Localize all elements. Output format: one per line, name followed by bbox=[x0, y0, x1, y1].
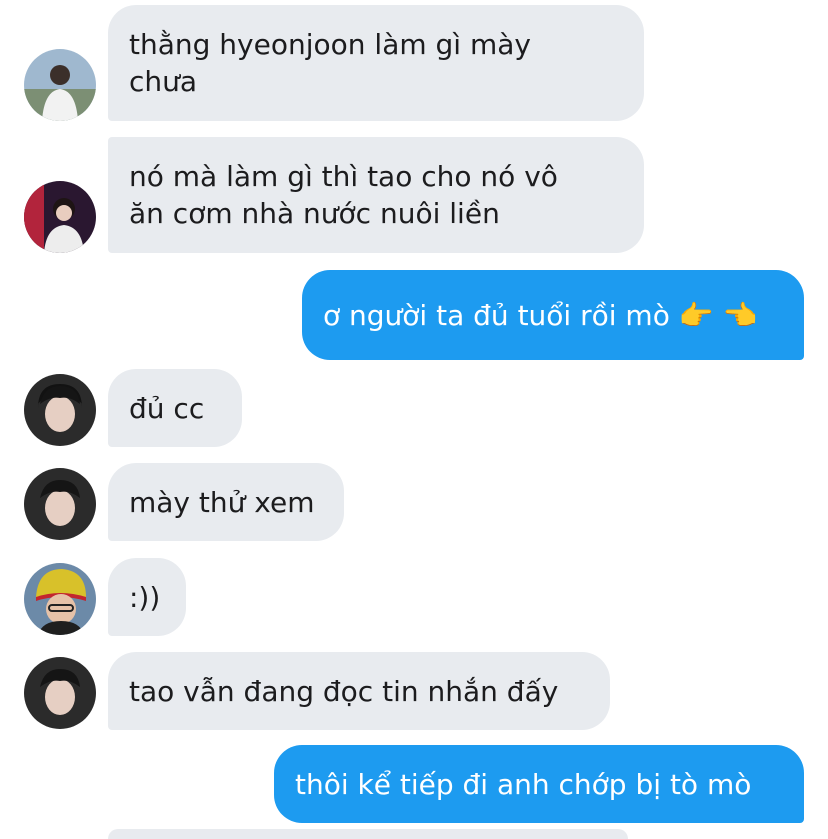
message-bubble-incoming[interactable]: thằng hyeonjoon làm gì mày chưa bbox=[108, 5, 644, 121]
avatar-friend-3[interactable] bbox=[24, 374, 96, 446]
message-bubble-incoming[interactable]: đủ cc bbox=[108, 369, 242, 447]
message-bubble-incoming[interactable]: tao vẫn đang đọc tin nhắn đấy bbox=[108, 652, 610, 730]
avatar-photo-icon bbox=[24, 563, 96, 635]
message-bubble-incoming[interactable]: mày thử xem bbox=[108, 463, 344, 541]
message-text: mày thử xem bbox=[129, 485, 315, 519]
avatar-friend-1[interactable] bbox=[24, 49, 96, 121]
avatar-photo-icon bbox=[24, 657, 96, 729]
message-text: :)) bbox=[129, 580, 161, 614]
message-text: tao vẫn đang đọc tin nhắn đấy bbox=[129, 674, 559, 708]
avatar-friend-4[interactable] bbox=[24, 563, 96, 635]
message-bubble-outgoing[interactable]: thôi kể tiếp đi anh chớp bị tò mò bbox=[274, 745, 804, 823]
message-bubble-partial bbox=[108, 829, 628, 839]
avatar-photo-icon bbox=[24, 468, 96, 540]
message-bubble-incoming[interactable]: :)) bbox=[108, 558, 186, 636]
avatar-photo-icon bbox=[24, 49, 96, 121]
message-text: thằng hyeonjoon làm gì mày chưa bbox=[129, 28, 531, 98]
message-text: đủ cc bbox=[129, 391, 205, 425]
message-bubble-incoming[interactable]: nó mà làm gì thì tao cho nó vô ăn cơm nh… bbox=[108, 137, 644, 253]
avatar-friend-2[interactable] bbox=[24, 181, 96, 253]
avatar-friend-3[interactable] bbox=[24, 468, 96, 540]
message-text: nó mà làm gì thì tao cho nó vô ăn cơm nh… bbox=[129, 160, 558, 230]
message-text: thôi kể tiếp đi anh chớp bị tò mò bbox=[295, 767, 752, 801]
avatar-photo-icon bbox=[24, 181, 96, 253]
avatar-photo-icon bbox=[24, 374, 96, 446]
message-bubble-outgoing[interactable]: ơ người ta đủ tuổi rồi mò 👉 👈 bbox=[302, 270, 804, 360]
message-text: ơ người ta đủ tuổi rồi mò 👉 👈 bbox=[323, 298, 758, 332]
avatar-friend-3[interactable] bbox=[24, 657, 96, 729]
